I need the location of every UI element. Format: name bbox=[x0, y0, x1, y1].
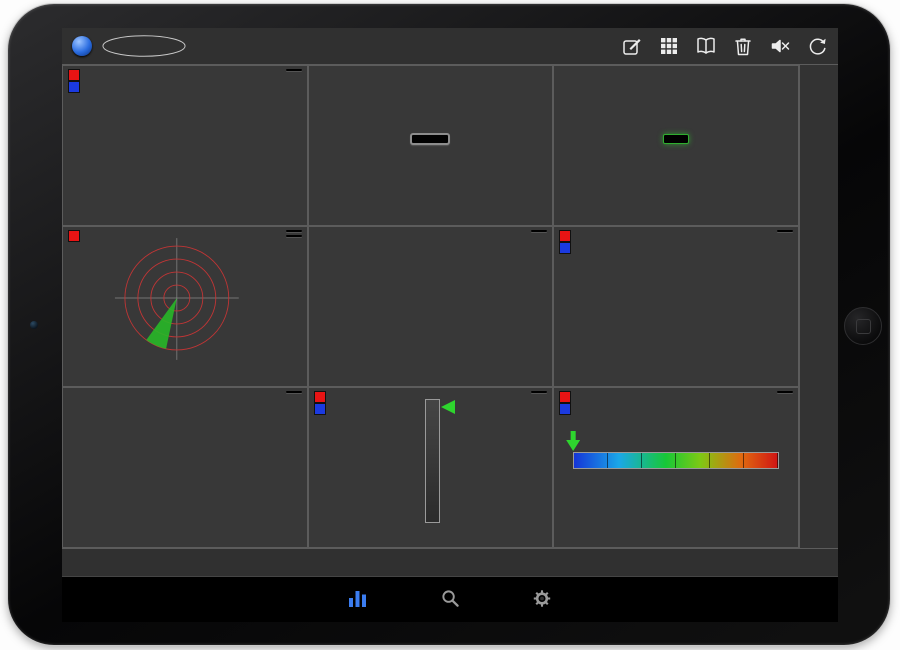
door-contact-chart bbox=[311, 229, 551, 371]
widget-door-contact[interactable] bbox=[308, 226, 554, 387]
gear-icon bbox=[532, 589, 552, 608]
search-icon bbox=[440, 589, 460, 608]
temp3-bar-track bbox=[425, 399, 440, 523]
widget-a03[interactable] bbox=[62, 387, 308, 548]
tab-bar bbox=[62, 577, 838, 622]
widget-water-flow[interactable] bbox=[553, 65, 799, 226]
easemind-logo bbox=[101, 34, 187, 58]
widget-temp1[interactable] bbox=[308, 65, 554, 226]
book-icon[interactable] bbox=[695, 35, 717, 57]
widget-a01[interactable] bbox=[62, 226, 308, 387]
radar-display bbox=[65, 229, 305, 371]
digital-display-frame bbox=[410, 133, 450, 145]
toolbar-icons bbox=[621, 35, 828, 57]
app-screen bbox=[62, 28, 838, 622]
widget-temp3[interactable] bbox=[308, 387, 554, 548]
widget-grid bbox=[62, 65, 799, 548]
mute-icon[interactable] bbox=[769, 35, 791, 57]
temp3-value-arrow bbox=[441, 400, 455, 414]
live-bars-icon bbox=[348, 589, 368, 608]
ipad-bezel bbox=[8, 4, 890, 645]
counter-display-frame bbox=[663, 134, 689, 144]
temp4-value-arrow bbox=[566, 431, 580, 451]
tab-system[interactable] bbox=[513, 589, 571, 610]
keypad-icon[interactable] bbox=[658, 35, 680, 57]
widget-humidity[interactable] bbox=[62, 65, 308, 226]
widget-temp2[interactable] bbox=[553, 226, 799, 387]
side-rail bbox=[799, 65, 838, 548]
humidity-gauge bbox=[65, 68, 305, 210]
home-button[interactable] bbox=[844, 307, 882, 345]
temp4-gradient-bar bbox=[573, 452, 779, 469]
toolbar bbox=[62, 28, 838, 64]
temp2-gauge bbox=[556, 229, 796, 371]
tab-history[interactable] bbox=[421, 589, 479, 610]
temp4-bar-widget bbox=[573, 426, 779, 496]
status-orb-button[interactable] bbox=[72, 36, 92, 56]
dashboard bbox=[62, 64, 838, 548]
edit-icon[interactable] bbox=[621, 35, 643, 57]
widget-temp4[interactable] bbox=[553, 387, 799, 548]
front-camera bbox=[30, 321, 38, 329]
refresh-icon[interactable] bbox=[806, 35, 828, 57]
a03-trend-chart bbox=[65, 390, 305, 532]
tab-live[interactable] bbox=[329, 589, 387, 610]
temp3-scale bbox=[387, 400, 417, 522]
trash-icon[interactable] bbox=[732, 35, 754, 57]
alarm-bar bbox=[62, 548, 838, 577]
